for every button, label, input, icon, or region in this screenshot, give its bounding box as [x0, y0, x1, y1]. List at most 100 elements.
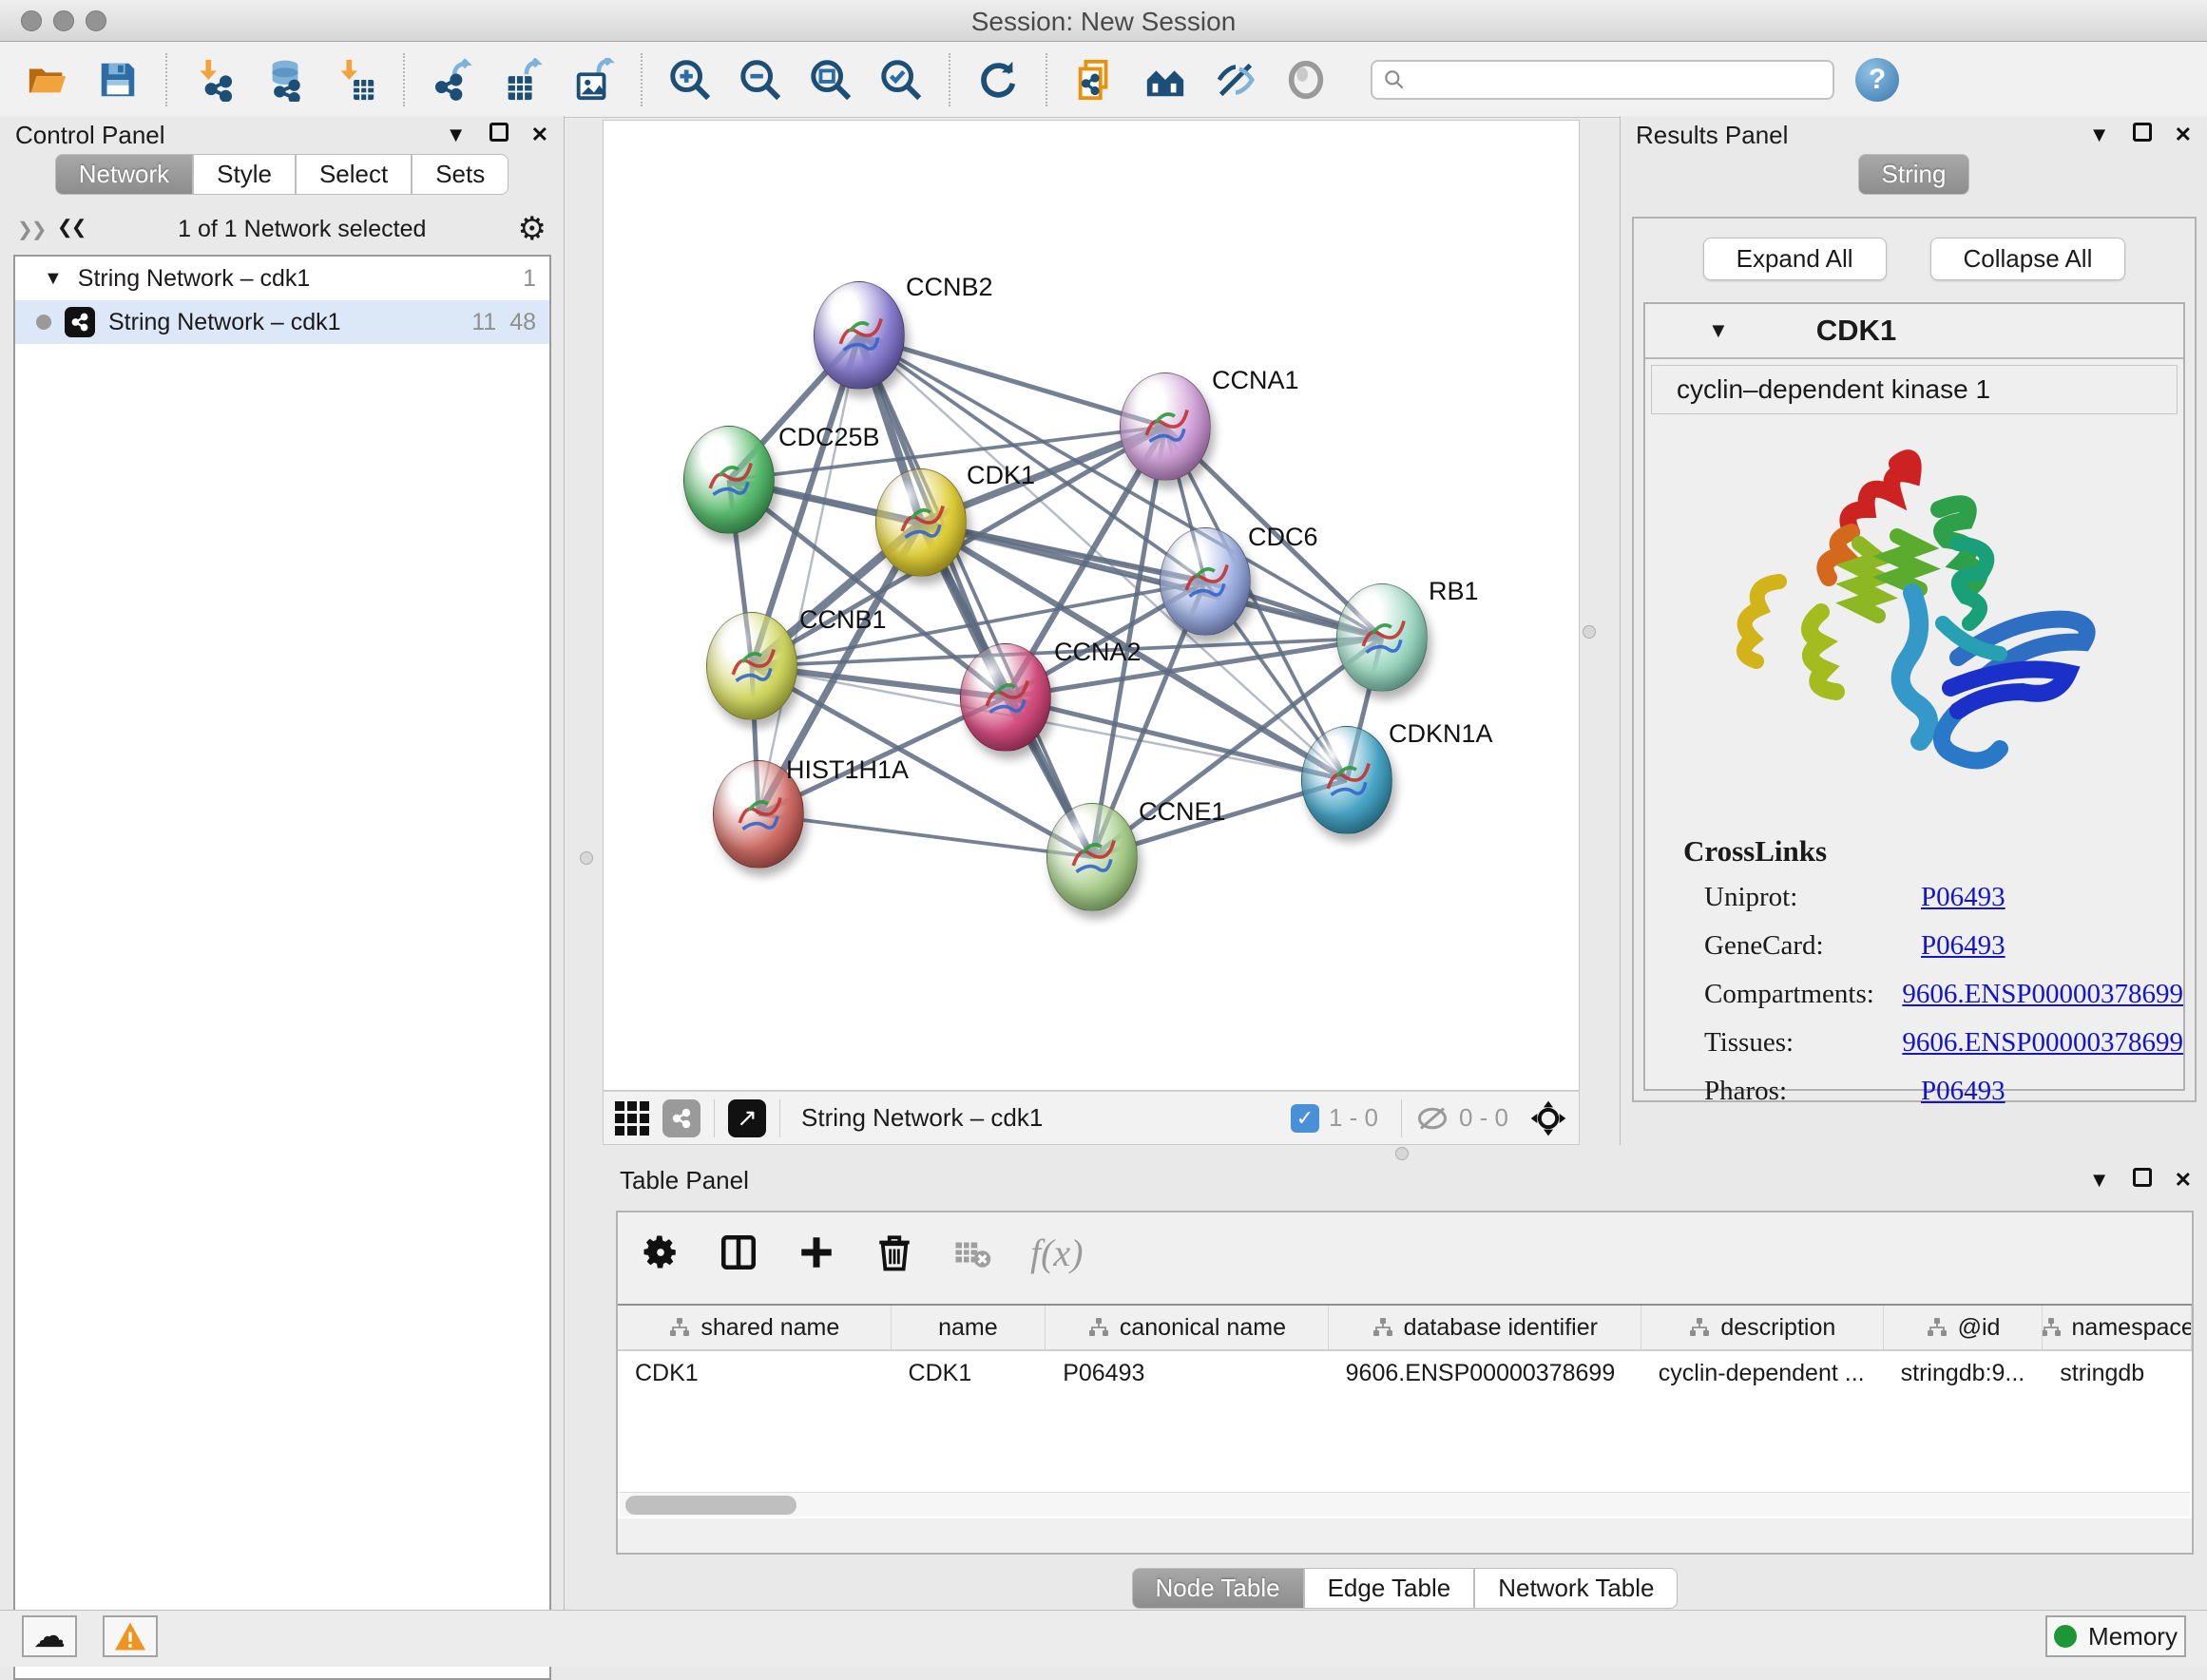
control-panel-float-icon[interactable]: [489, 123, 509, 147]
table-cell[interactable]: stringdb:9...: [1884, 1351, 2044, 1395]
column-header-name[interactable]: name: [892, 1306, 1046, 1349]
network-edge[interactable]: [758, 335, 859, 814]
table-cell[interactable]: P06493: [1046, 1351, 1328, 1395]
show-all-icon[interactable]: [1283, 57, 1329, 103]
birds-eye-toggle-icon[interactable]: [1529, 1099, 1567, 1137]
tab-string[interactable]: String: [1858, 154, 1970, 195]
gene-expander-icon[interactable]: ▼: [1708, 318, 1729, 343]
column-header-canonical-name[interactable]: canonical name: [1046, 1306, 1328, 1349]
collapse-all-button[interactable]: Collapse All: [1930, 238, 2126, 280]
expand-all-networks-icon[interactable]: ❯❯: [59, 218, 87, 241]
column-header-database-identifier[interactable]: database identifier: [1329, 1306, 1641, 1349]
search-field[interactable]: [1371, 60, 1834, 100]
network-node-ccnb1[interactable]: [706, 612, 797, 720]
network-node-ccne1[interactable]: [1046, 803, 1138, 911]
add-column-icon[interactable]: [796, 1232, 836, 1272]
column-header-shared-name[interactable]: shared name: [618, 1306, 892, 1349]
import-network-file-icon[interactable]: [192, 57, 238, 103]
view-grid-icon[interactable]: [615, 1101, 649, 1136]
export-image-icon[interactable]: [570, 57, 616, 103]
delete-table-icon[interactable]: [952, 1232, 992, 1272]
function-builder-icon[interactable]: f(x): [1030, 1231, 1084, 1275]
network-node-cdkn1a[interactable]: [1301, 726, 1392, 834]
crosslink-uniprot[interactable]: P06493: [1921, 882, 2005, 913]
results-panel-float-icon[interactable]: [2133, 123, 2152, 147]
tab-edge-table[interactable]: Edge Table: [1304, 1568, 1475, 1609]
tab-sets[interactable]: Sets: [412, 154, 509, 195]
export-network-icon[interactable]: [430, 57, 475, 103]
zoom-in-icon[interactable]: [667, 57, 713, 103]
clone-network-icon[interactable]: [1072, 57, 1118, 103]
search-input[interactable]: [1407, 67, 1823, 93]
left-splitter-handle[interactable]: [580, 851, 593, 865]
save-session-icon[interactable]: [95, 57, 141, 103]
control-panel-close-icon[interactable]: ✕: [531, 123, 548, 147]
zoom-selected-icon[interactable]: [878, 57, 924, 103]
detach-view-icon[interactable]: ↗: [728, 1099, 766, 1137]
table-cell[interactable]: 9606.ENSP00000378699: [1329, 1351, 1641, 1395]
network-options-gear-icon[interactable]: ⚙: [518, 210, 547, 248]
split-columns-icon[interactable]: [719, 1232, 758, 1272]
help-icon[interactable]: ?: [1855, 58, 1899, 102]
import-network-database-icon[interactable]: [262, 57, 308, 103]
table-horizontal-scrollbar[interactable]: [620, 1492, 2190, 1517]
network-collection-row[interactable]: ▼ String Network – cdk1 1: [15, 257, 549, 300]
table-cell[interactable]: CDK1: [618, 1351, 892, 1395]
table-panel-float-icon[interactable]: [2133, 1168, 2152, 1193]
zoom-out-icon[interactable]: [738, 57, 783, 103]
network-node-ccna1[interactable]: [1120, 372, 1211, 481]
table-cell[interactable]: CDK1: [892, 1351, 1046, 1395]
network-edge[interactable]: [859, 335, 1165, 427]
network-edge[interactable]: [758, 814, 1092, 857]
network-share-icon[interactable]: [662, 1099, 700, 1137]
refresh-view-icon[interactable]: [975, 57, 1021, 103]
network-node-ccna2[interactable]: [960, 643, 1051, 752]
tab-node-table[interactable]: Node Table: [1132, 1568, 1304, 1609]
import-table-file-icon[interactable]: [333, 57, 378, 103]
table-settings-gear-icon[interactable]: [641, 1232, 681, 1272]
open-session-icon[interactable]: [25, 57, 70, 103]
network-row[interactable]: String Network – cdk1 11 48: [15, 300, 549, 344]
first-neighbors-icon[interactable]: [1142, 57, 1188, 103]
column-header-@id[interactable]: @id: [1884, 1306, 2044, 1349]
selected-checkbox-icon[interactable]: ✓: [1291, 1104, 1319, 1133]
results-panel-close-icon[interactable]: ✕: [2175, 123, 2192, 147]
network-node-cdc6[interactable]: [1160, 527, 1251, 636]
bottom-splitter-handle[interactable]: [1395, 1147, 1409, 1160]
crosslink-pharos[interactable]: P06493: [1921, 1076, 2005, 1107]
table-panel-menu-icon[interactable]: ▼: [2089, 1168, 2110, 1193]
network-node-cdc25b[interactable]: [683, 426, 775, 534]
memory-button[interactable]: Memory: [2045, 1615, 2186, 1657]
collection-expander-icon[interactable]: ▼: [44, 268, 63, 290]
crosslink-compartments[interactable]: 9606.ENSP00000378699: [1902, 979, 2183, 1010]
warnings-button[interactable]: [103, 1615, 158, 1657]
cloud-status-button[interactable]: ☁: [22, 1615, 77, 1657]
crosslink-genecard[interactable]: P06493: [1921, 930, 2005, 962]
fit-content-icon[interactable]: [808, 57, 854, 103]
export-table-icon[interactable]: [500, 57, 546, 103]
tab-select[interactable]: Select: [296, 154, 412, 195]
table-panel-close-icon[interactable]: ✕: [2175, 1168, 2192, 1193]
table-cell[interactable]: stringdb: [2043, 1351, 2192, 1395]
network-canvas[interactable]: CCNB2CCNA1CDC25BCDK1CDC6RB1CCNB1CCNA2CDK…: [603, 120, 1580, 1091]
tab-style[interactable]: Style: [193, 154, 296, 195]
column-header-description[interactable]: description: [1641, 1306, 1884, 1349]
delete-column-icon[interactable]: [874, 1232, 914, 1272]
network-node-cdk1[interactable]: [875, 468, 967, 577]
expand-all-button[interactable]: Expand All: [1703, 238, 1887, 280]
network-node-rb1[interactable]: [1336, 583, 1428, 692]
column-header-namespace[interactable]: namespace: [2043, 1306, 2192, 1349]
network-selection-status: 1 of 1 Network selected: [86, 216, 517, 243]
hide-selected-icon[interactable]: [1213, 57, 1258, 103]
results-panel-menu-icon[interactable]: ▼: [2089, 123, 2110, 147]
control-panel-menu-icon[interactable]: ▼: [446, 123, 467, 147]
tab-network-table[interactable]: Network Table: [1474, 1568, 1678, 1609]
window-titlebar: Session: New Session: [0, 0, 2207, 42]
scrollbar-thumb[interactable]: [625, 1496, 796, 1515]
table-cell[interactable]: cyclin-dependent ...: [1641, 1351, 1884, 1395]
right-splitter-handle[interactable]: [1583, 625, 1596, 639]
crosslink-tissues[interactable]: 9606.ENSP00000378699: [1902, 1027, 2183, 1059]
collapse-all-networks-icon[interactable]: ❯❯: [17, 218, 46, 241]
tab-network[interactable]: Network: [55, 154, 193, 195]
network-node-ccnb2[interactable]: [814, 281, 905, 390]
